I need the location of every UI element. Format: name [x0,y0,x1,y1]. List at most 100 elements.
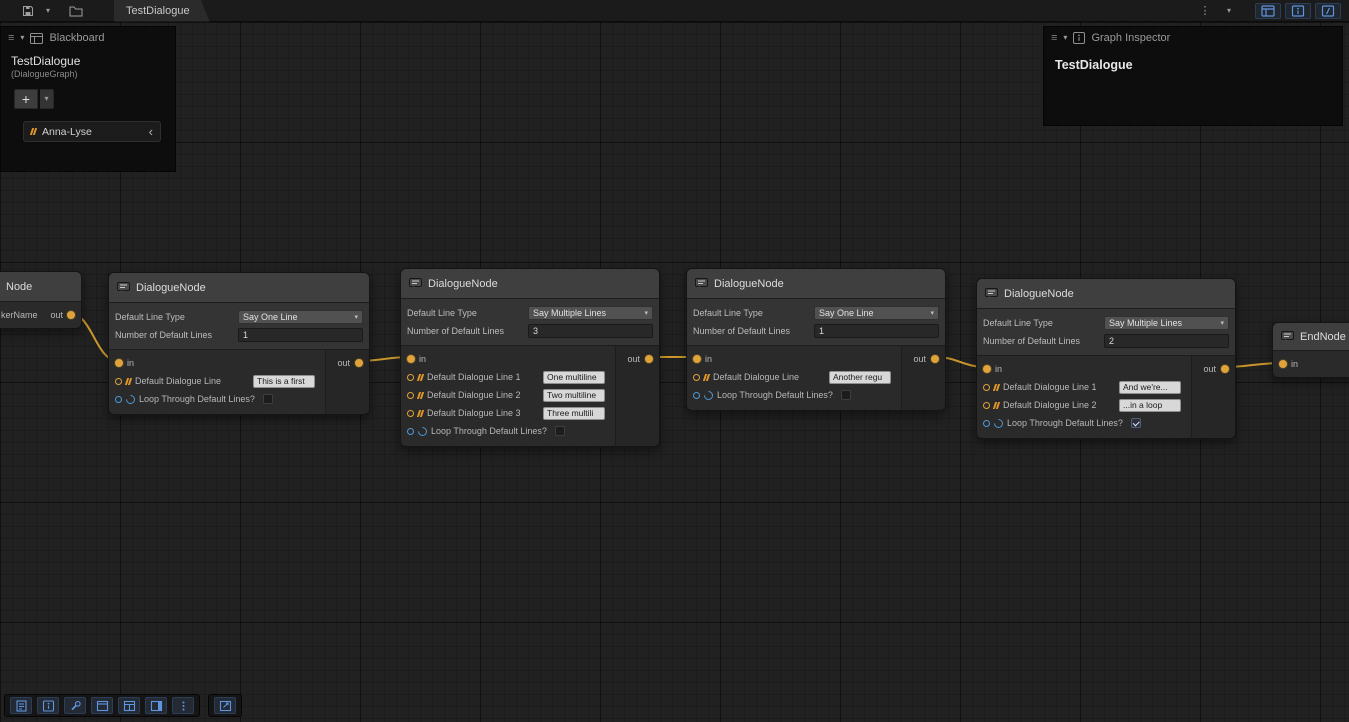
input-port[interactable] [407,355,415,363]
loop-port[interactable] [983,420,990,427]
line-port[interactable] [407,410,414,417]
open-folder-button[interactable] [66,2,86,20]
input-port[interactable] [693,355,701,363]
line-type-label: Default Line Type [407,308,524,318]
loop-checkbox[interactable] [841,390,851,400]
node-fields: Default Line Type Say Multiple Lines ▾ N… [401,299,659,346]
line-label: Default Dialogue Line [135,376,221,386]
end-node[interactable]: EndNode in [1272,322,1349,378]
folder-icon [69,5,83,17]
graph-canvas[interactable]: Node kerName out DialogueNode Default Li… [0,22,1349,722]
input-port[interactable] [983,365,991,373]
start-node[interactable]: Node kerName out [0,271,82,329]
line-count-input[interactable]: 2 [1104,334,1229,348]
loop-checkbox[interactable] [263,394,273,404]
top-toolbar: ▾ TestDialogue ⋮ ▾ [0,0,1349,22]
blackboard-header[interactable]: ≡ ▾ Blackboard [1,27,175,49]
toggle-minimap-button[interactable] [1315,3,1341,19]
dialogue-node-3[interactable]: DialogueNode Default Line Type Say One L… [686,268,946,411]
output-port[interactable] [931,355,939,363]
node-title-bar[interactable]: DialogueNode [109,273,369,303]
line-port[interactable] [115,378,122,385]
line-port[interactable] [407,374,414,381]
tab-title: TestDialogue [126,5,190,17]
panel-button[interactable] [145,697,167,714]
loop-port[interactable] [407,428,414,435]
dialogue-node-1[interactable]: DialogueNode Default Line Type Say One L… [108,272,370,415]
line-type-dropdown[interactable]: Say Multiple Lines ▾ [528,306,653,320]
line-count-input[interactable]: 1 [238,328,363,342]
line-text-input[interactable]: Another regu [829,371,891,384]
line-port[interactable] [983,402,990,409]
line-port[interactable] [983,384,990,391]
node-title-bar[interactable]: Node [0,272,81,302]
graph-inspector-panel: ≡ ▾ Graph Inspector TestDialogue [1043,26,1343,126]
input-port[interactable] [115,359,123,367]
chevron-down-icon[interactable]: ▾ [1063,34,1067,42]
toggle-inspector-button[interactable] [1285,3,1311,19]
blackboard-toggle-button[interactable] [118,697,140,714]
line-text-input[interactable]: Three multili [543,407,605,420]
loop-port[interactable] [693,392,700,399]
input-port-label: in [1291,359,1298,369]
loop-checkbox[interactable] [555,426,565,436]
line-text-input[interactable]: And we're... [1119,381,1181,394]
line-type-dropdown[interactable]: Say One Line ▾ [814,306,939,320]
save-dropdown-button[interactable]: ▾ [38,2,58,20]
output-port-label: out [627,354,640,364]
node-title-bar[interactable]: EndNode [1273,323,1349,351]
chevron-left-icon[interactable]: ‹ [149,125,153,138]
dialogue-node-icon [1281,331,1294,342]
loop-checkbox[interactable] [1131,418,1141,428]
external-editor-button[interactable] [214,697,236,714]
quote-icon [993,384,1000,391]
window-button[interactable] [91,697,113,714]
output-port[interactable] [1221,365,1229,373]
inspector-toggle-button[interactable] [37,697,59,714]
line-text-input[interactable]: Two multiline [543,389,605,402]
drag-handle-icon[interactable]: ≡ [8,32,14,44]
loop-port[interactable] [115,396,122,403]
line-text-input[interactable]: This is a first [253,375,315,388]
inspector-header[interactable]: ≡ ▾ Graph Inspector [1044,27,1342,49]
node-title-bar[interactable]: DialogueNode [687,269,945,299]
table-icon [123,700,136,712]
line-count-label: Number of Default Lines [407,326,524,336]
output-port[interactable] [67,311,75,319]
console-button[interactable] [10,697,32,714]
save-button[interactable] [18,2,38,20]
side-panel-icon [150,700,163,712]
more-menu-dropdown-button[interactable]: ▾ [1219,2,1239,20]
line-text-input[interactable]: ...in a loop [1119,399,1181,412]
tools-button[interactable] [64,697,86,714]
line-type-dropdown[interactable]: Say One Line ▾ [238,310,363,324]
drag-handle-icon[interactable]: ≡ [1051,32,1057,44]
node-title-bar[interactable]: DialogueNode [977,279,1235,309]
tab-testdialogue[interactable]: TestDialogue [114,0,210,22]
document-icon [15,700,28,712]
line-type-dropdown[interactable]: Say Multiple Lines ▾ [1104,316,1229,330]
dialogue-node-4[interactable]: DialogueNode Default Line Type Say Multi… [976,278,1236,439]
blackboard-icon [1261,5,1275,17]
output-port[interactable] [645,355,653,363]
line-port[interactable] [407,392,414,399]
exposed-property-row[interactable]: Anna-Lyse ‹ [23,121,161,142]
line-count-input[interactable]: 1 [814,324,939,338]
add-property-button[interactable]: + [14,89,38,109]
node-fields: Default Line Type Say One Line ▾ Number … [687,299,945,346]
input-port[interactable] [1279,360,1287,368]
line-port[interactable] [693,374,700,381]
add-property-dropdown-button[interactable]: ▾ [40,89,54,109]
quote-icon [417,374,424,381]
output-port[interactable] [355,359,363,367]
node-title-bar[interactable]: DialogueNode [401,269,659,299]
line-type-label: Default Line Type [693,308,810,318]
more-options-button[interactable] [172,697,194,714]
chevron-down-icon[interactable]: ▾ [20,34,24,42]
loop-label: Loop Through Default Lines? [431,426,547,436]
dialogue-node-2[interactable]: DialogueNode Default Line Type Say Multi… [400,268,660,447]
line-count-input[interactable]: 3 [528,324,653,338]
toggle-blackboard-button[interactable] [1255,3,1281,19]
more-menu-button[interactable]: ⋮ [1195,2,1215,20]
line-text-input[interactable]: One multiline [543,371,605,384]
